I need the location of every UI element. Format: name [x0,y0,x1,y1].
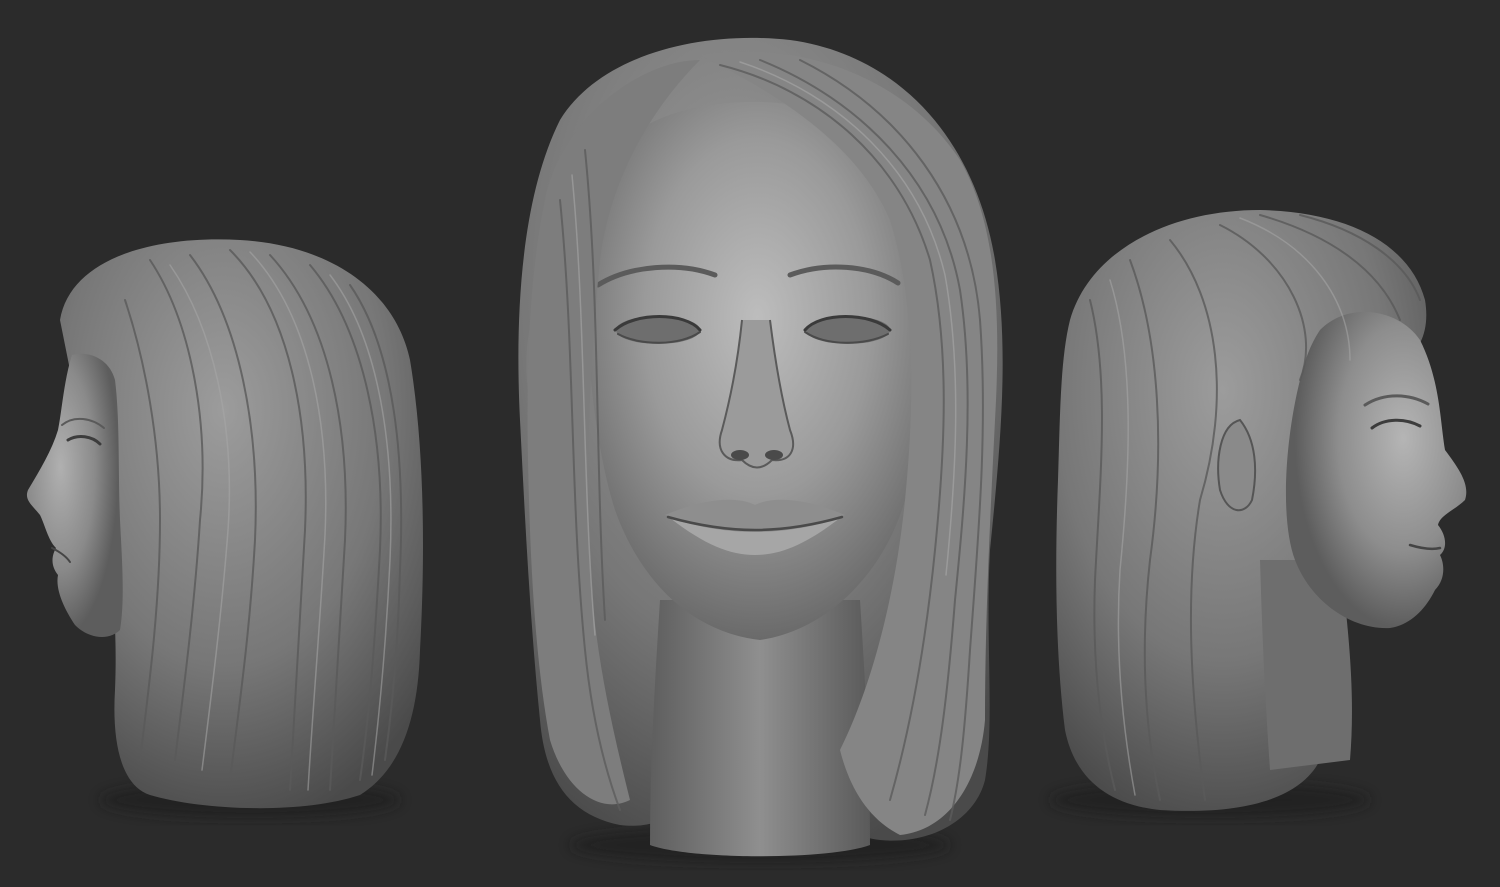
left-profile-head [26,239,423,818]
face-right-three-quarter [1285,311,1467,629]
front-head [518,37,1003,863]
face-profile-left [26,353,123,637]
sculpt-render [26,37,1467,863]
sculpt-viewport [0,0,1500,887]
right-three-quarter-head [1050,210,1467,818]
